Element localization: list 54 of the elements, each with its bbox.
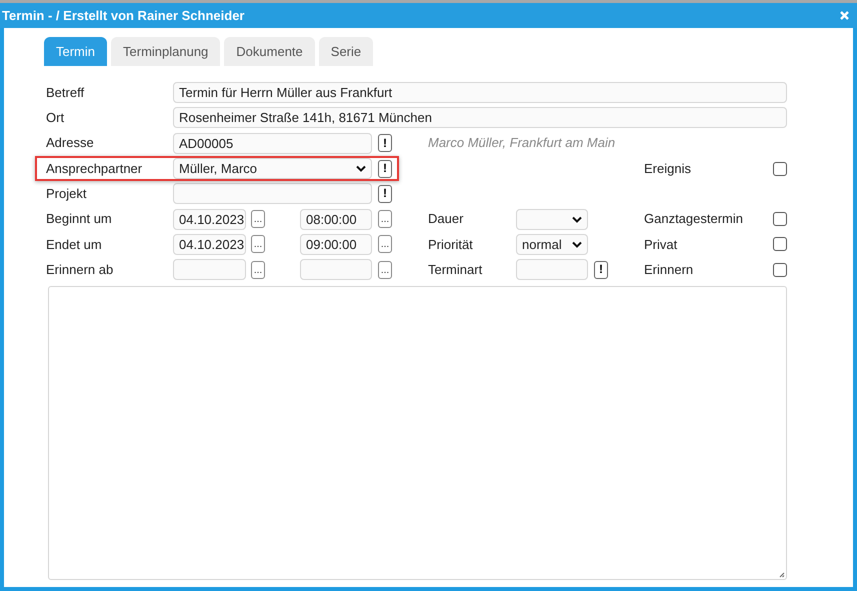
- info-button[interactable]: !: [378, 134, 392, 152]
- field-label: Endet um: [46, 236, 103, 254]
- field-label: Adresse: [46, 134, 95, 152]
- field-label: Ansprechpartner: [46, 160, 144, 178]
- input-field[interactable]: AD00005: [173, 132, 372, 154]
- time-field[interactable]: 08:00:00: [300, 208, 372, 230]
- field-label: Betreff: [46, 84, 86, 102]
- close-icon[interactable]: [840, 11, 849, 20]
- tab[interactable]: Dokumente: [224, 37, 315, 66]
- field-label: Ereignis: [644, 160, 692, 178]
- date-field[interactable]: [173, 259, 246, 280]
- time-field[interactable]: 09:00:00: [300, 234, 372, 255]
- resize-grip-icon[interactable]: [779, 572, 785, 578]
- date-picker-button[interactable]: ...: [251, 260, 265, 279]
- field-label: Ganztagestermin: [644, 210, 744, 228]
- field-label: Beginnt um: [46, 210, 113, 228]
- field-label: Privat: [644, 236, 678, 254]
- time-picker-button[interactable]: ...: [378, 260, 392, 279]
- field-label: Ort: [46, 109, 66, 128]
- date-field[interactable]: 04.10.2023: [173, 234, 246, 255]
- select-field[interactable]: [516, 208, 588, 230]
- field-label: Erinnern: [644, 260, 694, 279]
- checkbox[interactable]: [773, 212, 787, 226]
- tab[interactable]: Terminplanung: [111, 37, 220, 66]
- field-label: Priorität: [428, 236, 474, 254]
- date-picker-button[interactable]: ...: [251, 210, 265, 228]
- chevron-down-icon: [572, 216, 582, 223]
- window-title: Termin - / Erstellt von Rainer Schneider: [2, 6, 244, 25]
- date-picker-button[interactable]: ...: [251, 235, 265, 254]
- tab[interactable]: Serie: [318, 37, 374, 66]
- field-label: Erinnern ab: [46, 260, 114, 279]
- input-field[interactable]: Rosenheimer Straße 141h, 81671 München: [173, 107, 787, 128]
- info-button[interactable]: !: [594, 260, 608, 279]
- checkbox[interactable]: [773, 237, 787, 252]
- field-label: Projekt: [46, 185, 88, 204]
- time-picker-button[interactable]: ...: [378, 235, 392, 254]
- input-field[interactable]: Termin für Herrn Müller aus Frankfurt: [173, 82, 787, 104]
- chevron-down-icon: [572, 240, 582, 248]
- address-note: Marco Müller, Frankfurt am Main: [428, 134, 616, 152]
- chevron-down-icon: [356, 165, 366, 172]
- date-field[interactable]: 04.10.2023: [173, 208, 246, 230]
- time-picker-button[interactable]: ...: [378, 210, 392, 228]
- select-field[interactable]: normal: [516, 234, 588, 255]
- info-button[interactable]: !: [378, 160, 392, 178]
- notes-field[interactable]: [48, 286, 787, 580]
- field-label: Dauer: [428, 210, 464, 228]
- input-field[interactable]: [173, 183, 372, 204]
- field-label: Terminart: [428, 260, 484, 279]
- checkbox[interactable]: [773, 162, 787, 176]
- select-field[interactable]: Müller, Marco: [173, 158, 372, 180]
- input-field[interactable]: [516, 259, 588, 280]
- time-field[interactable]: [300, 259, 372, 280]
- checkbox[interactable]: [773, 262, 787, 277]
- info-button[interactable]: !: [378, 184, 392, 203]
